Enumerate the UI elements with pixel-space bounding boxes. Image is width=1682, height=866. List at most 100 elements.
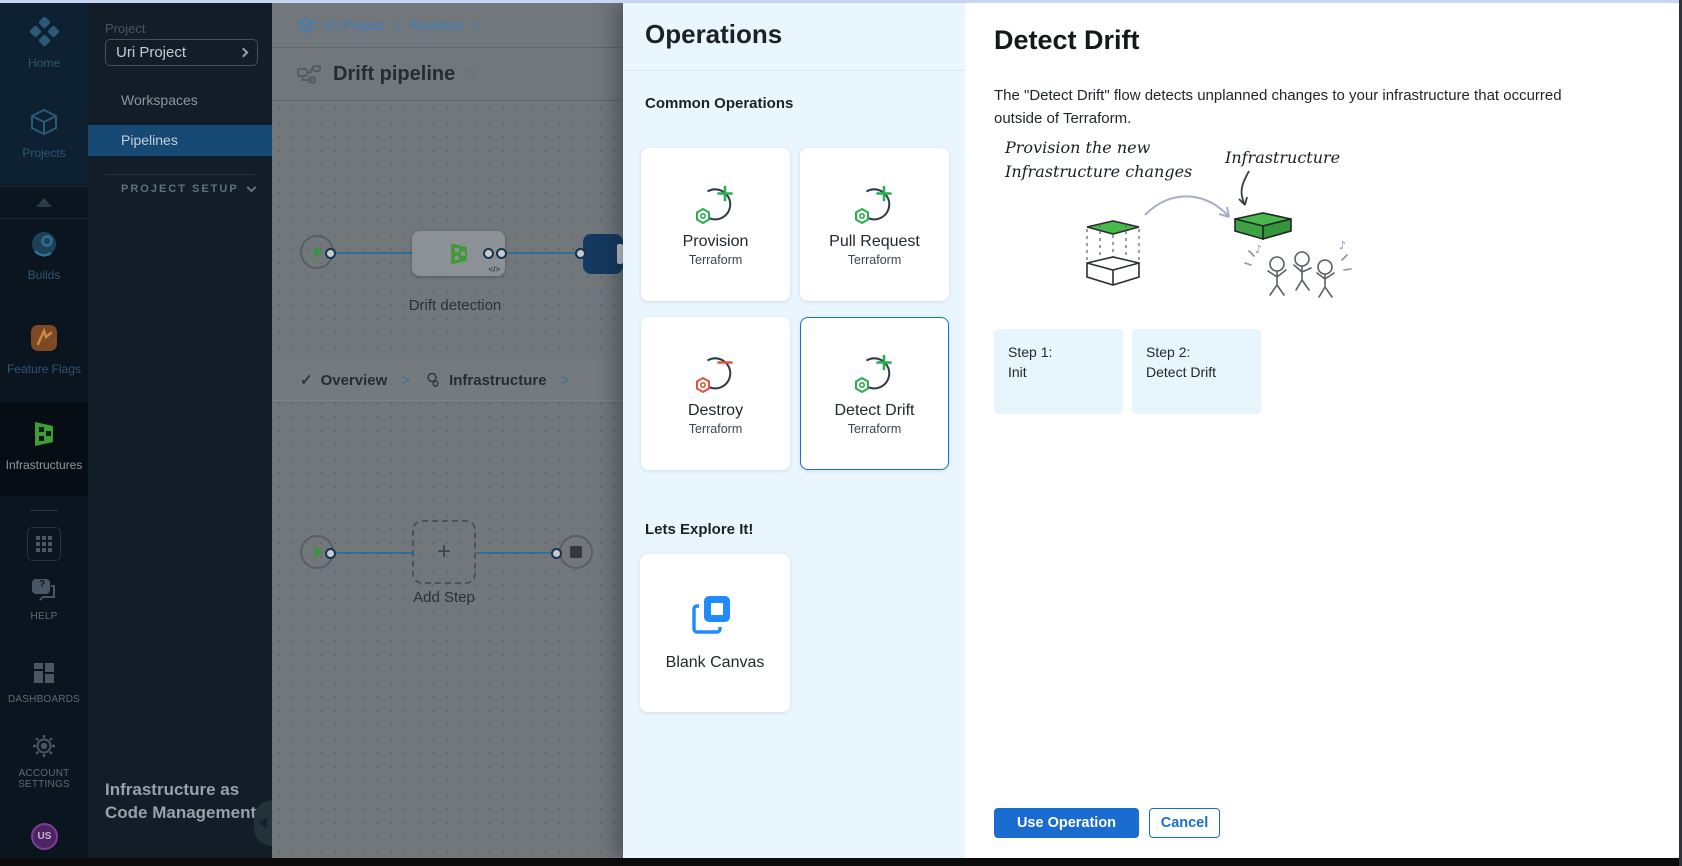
chevron-separator: > [401, 372, 410, 389]
breadcrumb-link-project[interactable]: Uri Project [322, 18, 385, 33]
pipeline-title-bar: Drift pipeline ✎ [272, 49, 623, 101]
sidebar-item-infrastructures[interactable]: Infrastructures [0, 403, 88, 496]
edit-icon[interactable]: ✎ [465, 65, 479, 85]
link-port [551, 548, 562, 559]
nav-item-workspaces[interactable]: Workspaces [88, 85, 272, 116]
sidebar-item-projects[interactable]: Projects [0, 107, 88, 160]
chevron-right-icon [239, 48, 249, 58]
operation-card-label: Provision [683, 233, 749, 251]
sidebar-item-label: SETTINGS [0, 779, 88, 790]
link-port [483, 248, 494, 259]
step-node-label: Drift detection [385, 297, 525, 314]
tab-infrastructure[interactable]: Infrastructure [424, 372, 547, 389]
sidebar-item-builds[interactable]: Builds [0, 229, 88, 282]
step-box-1: Step 1: Init [994, 329, 1123, 414]
chevron-down-icon [247, 183, 257, 193]
sidebar-item-account-settings[interactable]: ACCOUNT SETTINGS [0, 733, 88, 790]
app-window: Home Projects Builds [0, 0, 1682, 866]
builds-icon [29, 246, 59, 263]
operation-card-sublabel: Terraform [689, 422, 742, 436]
pipeline-canvas: Uri Project > Pipelines > Drift pipeline… [272, 3, 623, 858]
detail-footer: Use Operation Cancel [994, 808, 1220, 838]
project-nav: Project Uri Project Workspaces Pipelines… [88, 3, 272, 858]
sidebar-item-label: Infrastructures [0, 458, 88, 472]
sidebar-item-home[interactable]: Home [0, 17, 88, 70]
operation-card-pull-request[interactable]: Pull Request Terraform [800, 148, 949, 301]
gear-icon [31, 746, 57, 763]
sidebar-item-label: Feature Flags [0, 362, 88, 376]
detail-description: The "Detect Drift" flow detects unplanne… [994, 85, 1584, 130]
project-setup-label: PROJECT SETUP [121, 183, 239, 195]
user-avatar[interactable]: US [31, 823, 58, 850]
chevron-separator: > [561, 372, 570, 389]
cancel-button[interactable]: Cancel [1149, 808, 1220, 838]
play-icon [314, 546, 324, 558]
canvas-body[interactable]: </> Drift detection ✓ Overview > [272, 102, 623, 858]
cube-icon [29, 124, 59, 141]
connector-wire [476, 552, 554, 554]
apps-grid-icon [35, 535, 53, 553]
sidebar-item-help[interactable]: ? HELP [0, 578, 88, 622]
operation-card-label: Destroy [688, 402, 743, 420]
breadcrumb-separator: > [472, 18, 480, 33]
detect-drift-illustration: Provision the new Infrastructure changes… [987, 131, 1387, 321]
provision-terraform-icon [693, 183, 739, 227]
question-glyph: ? [39, 579, 45, 590]
step-name: Init [1008, 362, 1109, 382]
sidebar-collapse-toggle[interactable] [0, 186, 88, 219]
destroy-terraform-icon [693, 352, 739, 396]
step-box-2: Step 2: Detect Drift [1132, 329, 1261, 414]
tab-label: Infrastructure [449, 372, 547, 389]
operation-card-provision[interactable]: Provision Terraform [641, 148, 790, 301]
collapse-up-icon [36, 198, 52, 207]
operation-card-label: Detect Drift [834, 402, 914, 420]
operation-card-detect-drift[interactable]: Detect Drift Terraform [800, 317, 949, 470]
project-selector[interactable]: Uri Project [105, 39, 258, 66]
project-selector-value: Uri Project [116, 44, 186, 61]
breadcrumb-link-pipelines[interactable]: Pipelines [409, 18, 464, 33]
code-badge: </> [488, 265, 500, 274]
link-port [496, 248, 507, 259]
sidebar-item-label: ACCOUNT [0, 768, 88, 779]
operations-drawer: Operations Common Operations Provision T… [623, 3, 965, 858]
svg-text:♪: ♪ [1255, 243, 1262, 256]
apps-grid-button[interactable] [27, 527, 61, 561]
cube-icon [297, 17, 314, 34]
operation-card-destroy[interactable]: Destroy Terraform [641, 317, 790, 470]
illustration-caption-left-2: Infrastructure changes [1004, 162, 1192, 181]
stop-icon [570, 546, 582, 558]
project-section-label: Project [105, 21, 145, 36]
add-step-node[interactable]: + [412, 520, 476, 584]
plus-icon: + [437, 538, 451, 566]
tab-overview[interactable]: ✓ Overview [300, 371, 387, 389]
step-prefix: Step 2: [1146, 342, 1247, 362]
collapse-left-icon [259, 817, 267, 829]
sidebar-item-dashboards[interactable]: DASHBOARDS [0, 661, 88, 705]
link-port [575, 248, 586, 259]
sidebar-item-label: HELP [0, 611, 88, 622]
use-operation-button[interactable]: Use Operation [994, 808, 1139, 838]
operation-card-sublabel: Terraform [848, 422, 901, 436]
pipeline-end-node[interactable] [559, 535, 593, 569]
illustration-caption-left-1: Provision the new [1004, 138, 1151, 157]
project-setup-toggle[interactable]: PROJECT SETUP [121, 183, 255, 195]
step-summary-row: Step 1: Init Step 2: Detect Drift [994, 329, 1261, 414]
module-footer-title: Infrastructure as Code Management [105, 779, 263, 825]
blank-canvas-card[interactable]: Blank Canvas [640, 554, 790, 712]
operation-card-label: Pull Request [829, 233, 920, 251]
breadcrumb-separator: > [393, 18, 401, 33]
dashboards-icon [32, 672, 56, 689]
module-sidebar: Home Projects Builds [0, 3, 88, 858]
operation-card-grid: Provision Terraform Pull Request Terrafo… [641, 148, 951, 470]
pipeline-icon [297, 65, 323, 85]
detail-title: Detect Drift [994, 25, 1140, 56]
add-step-label: Add Step [384, 589, 504, 606]
operation-detail-panel: Detect Drift The "Detect Drift" flow det… [965, 3, 1679, 858]
detect-drift-terraform-icon [852, 352, 898, 396]
step-name: Detect Drift [1146, 362, 1247, 382]
nav-item-pipelines[interactable]: Pipelines [88, 125, 272, 156]
drawer-title: Operations [645, 19, 782, 50]
infrastructures-icon [29, 436, 59, 453]
pull-request-terraform-icon [852, 183, 898, 227]
sidebar-item-feature-flags[interactable]: Feature Flags [0, 323, 88, 376]
